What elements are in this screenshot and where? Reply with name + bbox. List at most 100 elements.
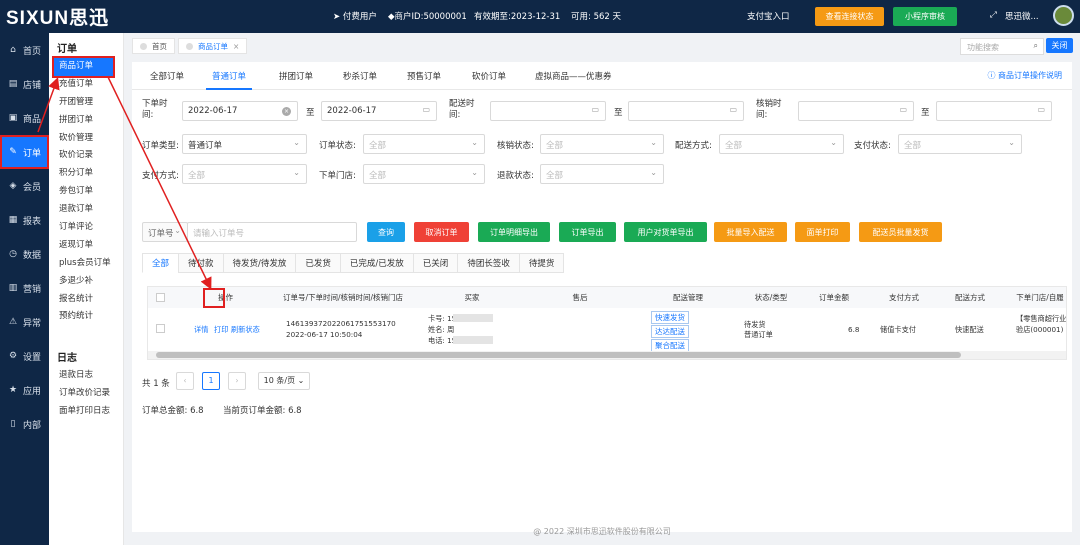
pay-method-select[interactable]: 全部 ⌄: [182, 164, 307, 184]
query-button[interactable]: 查询: [367, 222, 405, 242]
select-all-checkbox[interactable]: [156, 293, 165, 302]
check-connection-button[interactable]: 查看连接状态: [815, 7, 884, 26]
tab-normal-orders[interactable]: 普通订单: [206, 70, 253, 90]
nav-home[interactable]: ⌂ 首页: [0, 33, 49, 67]
order-no-type-select[interactable]: 订单号 ⌄: [142, 222, 188, 242]
page-1-button[interactable]: 1: [202, 372, 220, 390]
verify-status-select[interactable]: 全部 ⌄: [540, 134, 664, 154]
scrollbar-thumb[interactable]: [156, 352, 961, 358]
col-amount: 订单金额: [800, 287, 868, 308]
refresh-status-link[interactable]: 刷新状态: [231, 325, 260, 335]
nav-order[interactable]: ✎ 订单: [0, 135, 49, 169]
status-tab-pickup[interactable]: 待提货: [518, 253, 565, 273]
tab-virtual-orders[interactable]: 虚拟商品——优惠券: [535, 70, 612, 82]
mini-program-review-button[interactable]: 小程序审核: [893, 7, 957, 26]
detail-link[interactable]: 详情: [194, 325, 208, 335]
order-no-input[interactable]: 请输入订单号: [187, 222, 357, 242]
document-icon: ▯: [10, 419, 16, 429]
end-date-input[interactable]: 2022-06-17 ▭: [321, 101, 437, 121]
tab-goods-order[interactable]: 商品订单 ×: [178, 38, 248, 54]
next-page-button[interactable]: ›: [228, 372, 246, 390]
nav-goods[interactable]: ▣ 商品: [0, 101, 49, 135]
status-tab-leader-sign[interactable]: 待团长签收: [457, 253, 520, 273]
nav-internal[interactable]: ▯ 内部: [0, 407, 49, 441]
tab-group-orders[interactable]: 拼团订单: [279, 70, 313, 82]
sub-nav-item[interactable]: 预约统计: [49, 308, 123, 326]
status-tab-closed[interactable]: 已关闭: [412, 253, 459, 273]
sub-nav-log-item[interactable]: 面单打印日志: [49, 403, 123, 421]
sub-nav-item[interactable]: 充值订单: [49, 76, 123, 94]
horizontal-scrollbar[interactable]: [148, 351, 1066, 359]
chevron-down-icon: ⌄: [293, 168, 300, 177]
sub-nav-item[interactable]: 商品订单: [52, 56, 115, 78]
sub-nav-log-item[interactable]: 退款日志: [49, 367, 123, 385]
order-type-select[interactable]: 普通订单 ⌄: [182, 134, 307, 154]
sub-nav-item[interactable]: 砍价记录: [49, 147, 123, 165]
status-tab-completed[interactable]: 已完成/已发放: [339, 253, 414, 273]
cancel-order-button[interactable]: 取消订单: [414, 222, 469, 242]
export-order-detail-button[interactable]: 订单明细导出: [478, 222, 550, 242]
close-icon[interactable]: ×: [233, 42, 239, 51]
tab-home[interactable]: 首页: [132, 38, 175, 54]
sub-nav: 订单 商品订单 充值订单 开团管理 拼团订单 砍价管理 砍价记录 积分订单 劵包订单 退款订单订…: [49, 33, 124, 545]
tab-bargain-orders[interactable]: 砍价订单: [472, 70, 506, 82]
nav-exception[interactable]: ⚠ 异常: [0, 305, 49, 339]
user-name[interactable]: 思迅微...: [1005, 10, 1039, 22]
avatar[interactable]: [1053, 5, 1074, 26]
nav-data[interactable]: ◷ 数据: [0, 237, 49, 271]
store-label: 下单门店:: [319, 171, 356, 181]
store-select[interactable]: 全部 ⌄: [363, 164, 485, 184]
export-user-goods-button[interactable]: 用户对货单导出: [624, 222, 707, 242]
delivery-start-input[interactable]: ▭: [490, 101, 606, 121]
tab-all-orders[interactable]: 全部订单: [150, 70, 184, 82]
sub-nav-item[interactable]: 积分订单: [49, 165, 123, 183]
sub-nav-log-item[interactable]: 订单改价记录: [49, 385, 123, 403]
start-date-input[interactable]: 2022-06-17 ×: [182, 101, 298, 121]
nav-marketing[interactable]: ▥ 营销: [0, 271, 49, 305]
verify-end-input[interactable]: ▭: [936, 101, 1052, 121]
export-order-button[interactable]: 订单导出: [559, 222, 616, 242]
verify-start-input[interactable]: ▭: [798, 101, 914, 121]
quick-ship-button[interactable]: 快速发货: [651, 311, 689, 324]
row-checkbox[interactable]: [156, 324, 165, 333]
sub-nav-item[interactable]: 开团管理: [49, 94, 123, 112]
waybill-print-button[interactable]: 面单打印: [795, 222, 850, 242]
prev-page-button[interactable]: ‹: [176, 372, 194, 390]
print-link[interactable]: 打印: [214, 325, 228, 335]
order-status-select[interactable]: 全部 ⌄: [363, 134, 485, 154]
status-tab-all[interactable]: 全部: [142, 253, 180, 273]
tab-flash-orders[interactable]: 秒杀订单: [343, 70, 377, 82]
sub-nav-item[interactable]: 返现订单: [49, 237, 123, 255]
delivery-method-select[interactable]: 全部 ⌄: [719, 134, 844, 154]
page-size-select[interactable]: 10 条/页 ⌄: [258, 372, 310, 390]
sub-nav-item[interactable]: plus会员订单: [49, 255, 123, 273]
sub-nav-item[interactable]: 退款订单: [49, 201, 123, 219]
nav-report[interactable]: ▦ 报表: [0, 203, 49, 237]
dada-delivery-button[interactable]: 达达配送: [651, 325, 689, 338]
nav-apps[interactable]: ★ 应用: [0, 373, 49, 407]
sub-nav-item[interactable]: 砍价管理: [49, 130, 123, 148]
sub-nav-item[interactable]: 订单评论: [49, 219, 123, 237]
delivery-end-input[interactable]: ▭: [628, 101, 744, 121]
sub-nav-item[interactable]: 劵包订单: [49, 183, 123, 201]
nav-settings[interactable]: ⚙ 设置: [0, 339, 49, 373]
status-tab-to-ship[interactable]: 待发货/待发放: [222, 253, 297, 273]
courier-batch-ship-button[interactable]: 配送员批量发货: [859, 222, 942, 242]
nav-store[interactable]: ▤ 店铺: [0, 67, 49, 101]
clear-icon[interactable]: ×: [282, 107, 291, 116]
pay-status-select[interactable]: 全部 ⌄: [898, 134, 1022, 154]
nav-member[interactable]: ◈ 会员: [0, 169, 49, 203]
sub-nav-item[interactable]: 拼团订单: [49, 112, 123, 130]
sub-nav-item[interactable]: 报名统计: [49, 291, 123, 309]
status-tab-shipped[interactable]: 已发货: [295, 253, 341, 273]
status-tab-unpaid[interactable]: 待付款: [178, 253, 224, 273]
help-link[interactable]: ⓘ 商品订单操作说明: [987, 70, 1062, 81]
fullscreen-icon[interactable]: ⤢: [990, 10, 997, 20]
alipay-link[interactable]: 支付宝入口: [747, 10, 790, 22]
sub-nav-item[interactable]: 多退少补: [49, 273, 123, 291]
tab-presale-orders[interactable]: 预售订单: [407, 70, 441, 82]
close-button[interactable]: 关闭: [1046, 38, 1073, 53]
function-search-input[interactable]: 功能搜索 ⌕: [960, 38, 1044, 55]
refund-status-select[interactable]: 全部 ⌄: [540, 164, 664, 184]
batch-import-delivery-button[interactable]: 批量导入配送: [714, 222, 787, 242]
